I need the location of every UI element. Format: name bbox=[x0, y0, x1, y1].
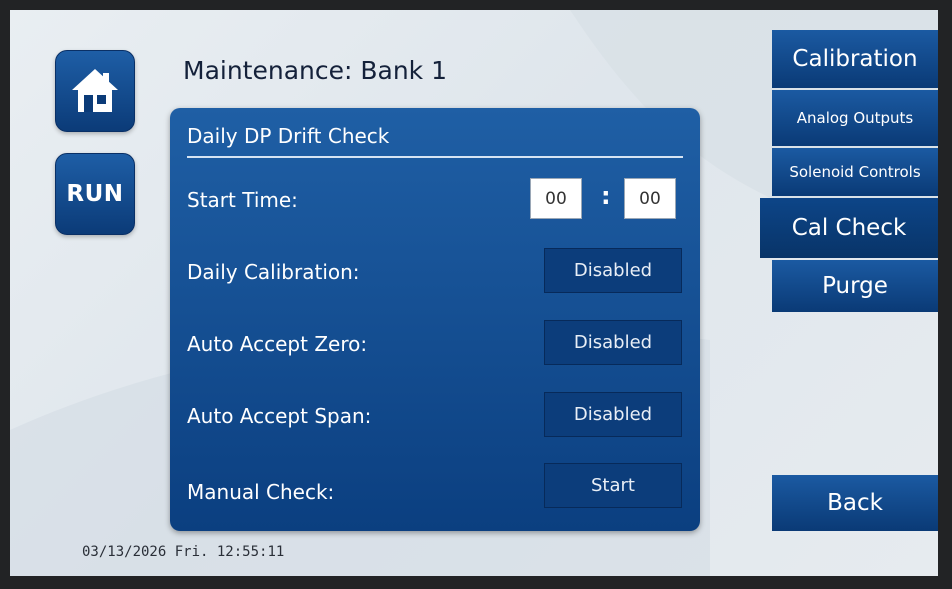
run-button[interactable]: RUN bbox=[55, 153, 135, 235]
start-time-minutes-input[interactable]: 00 bbox=[624, 178, 676, 219]
screen: RUN Maintenance: Bank 1 Daily DP Drift C… bbox=[10, 10, 938, 576]
status-bar: 03/13/2026 Fri. 12:55:11 bbox=[82, 544, 284, 560]
auto-accept-span-label: Auto Accept Span: bbox=[187, 404, 372, 428]
run-label: RUN bbox=[66, 181, 124, 207]
daily-calibration-toggle[interactable]: Disabled bbox=[544, 248, 682, 293]
panel-heading: Daily DP Drift Check bbox=[187, 124, 683, 158]
status-day-time: Fri. 12:55:11 bbox=[174, 544, 285, 560]
status-date: 03/13/2026 bbox=[82, 544, 167, 560]
auto-accept-zero-toggle[interactable]: Disabled bbox=[544, 320, 682, 365]
home-button[interactable] bbox=[55, 50, 135, 132]
menu-purge[interactable]: Purge bbox=[772, 260, 938, 312]
menu-cal-check[interactable]: Cal Check bbox=[760, 198, 938, 258]
menu-analog-outputs[interactable]: Analog Outputs bbox=[772, 90, 938, 146]
home-icon bbox=[72, 69, 118, 112]
start-time-label: Start Time: bbox=[187, 188, 298, 212]
manual-check-label: Manual Check: bbox=[187, 480, 335, 504]
auto-accept-zero-label: Auto Accept Zero: bbox=[187, 332, 368, 356]
drift-check-panel: Daily DP Drift Check Start Time: Daily C… bbox=[170, 108, 700, 531]
manual-check-start-button[interactable]: Start bbox=[544, 463, 682, 508]
page-title: Maintenance: Bank 1 bbox=[183, 56, 448, 85]
daily-calibration-label: Daily Calibration: bbox=[187, 260, 360, 284]
menu-solenoid-controls[interactable]: Solenoid Controls bbox=[772, 148, 938, 196]
auto-accept-span-toggle[interactable]: Disabled bbox=[544, 392, 682, 437]
menu-calibration[interactable]: Calibration bbox=[772, 30, 938, 88]
time-separator: : bbox=[601, 182, 611, 210]
start-time-hours-input[interactable]: 00 bbox=[530, 178, 582, 219]
back-button[interactable]: Back bbox=[772, 475, 938, 531]
